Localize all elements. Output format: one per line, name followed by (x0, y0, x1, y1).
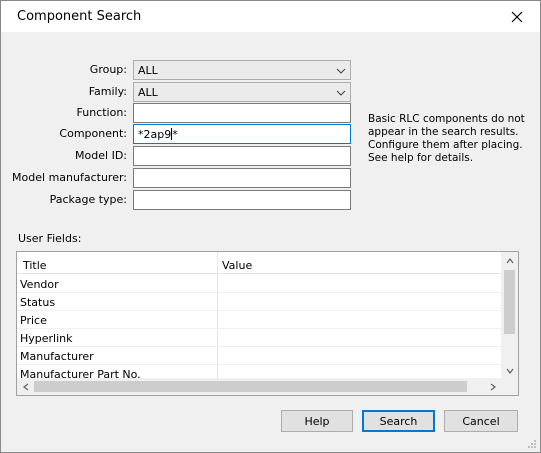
function-input[interactable] (133, 103, 351, 123)
group-select[interactable]: ALL (133, 60, 351, 80)
help-button[interactable]: Help (281, 410, 353, 432)
user-fields-label: User Fields: (18, 232, 82, 245)
chevron-up-icon (506, 257, 513, 263)
table-row[interactable]: Price (17, 311, 501, 329)
chevron-right-icon (490, 383, 496, 390)
row-title: Manufacturer (20, 350, 94, 363)
component-label: Component: (59, 127, 127, 140)
scroll-up-button[interactable] (501, 252, 518, 269)
table-row[interactable]: Status (17, 293, 501, 311)
model-manufacturer-input[interactable] (133, 168, 351, 188)
group-label: Group: (89, 63, 127, 76)
chevron-left-icon (22, 383, 28, 390)
package-type-input[interactable] (133, 190, 351, 210)
row-title: Vendor (20, 278, 59, 291)
family-label: Family: (88, 85, 127, 98)
chevron-down-icon (336, 68, 346, 74)
scroll-right-button[interactable] (484, 378, 501, 395)
table-row[interactable]: Manufacturer (17, 347, 501, 365)
resize-grip-icon[interactable] (527, 439, 537, 449)
table-header: Title Value (17, 252, 501, 274)
component-search-dialog: Component Search Group: ALL Family: ALL … (0, 0, 541, 453)
horizontal-scrollbar[interactable] (17, 378, 501, 395)
vertical-scroll-thumb[interactable] (504, 270, 515, 334)
table-row[interactable]: Vendor (17, 275, 501, 293)
scroll-corner (501, 378, 518, 395)
component-value: *2ap9* (138, 128, 178, 141)
search-hint-text: Basic RLC components do not appear in th… (368, 113, 525, 164)
model-manufacturer-label: Model manufacturer: (12, 171, 127, 184)
close-button[interactable] (494, 1, 540, 32)
dialog-title: Component Search (17, 9, 142, 24)
search-button[interactable]: Search (362, 410, 435, 432)
package-type-label: Package type: (49, 193, 127, 206)
cancel-button[interactable]: Cancel (444, 410, 518, 432)
table-row[interactable]: Hyperlink (17, 329, 501, 347)
chevron-down-icon (336, 90, 346, 96)
scroll-down-button[interactable] (501, 362, 518, 379)
family-select[interactable]: ALL (133, 82, 351, 102)
row-title: Price (20, 314, 47, 327)
scroll-left-button[interactable] (17, 378, 34, 395)
close-icon (511, 11, 523, 22)
chevron-down-icon (506, 368, 513, 374)
row-title: Status (20, 296, 56, 309)
family-value: ALL (138, 86, 158, 99)
column-header-value[interactable]: Value (222, 259, 252, 272)
column-header-title[interactable]: Title (23, 259, 47, 272)
title-bar: Component Search (1, 1, 540, 32)
model-id-label: Model ID: (75, 149, 127, 162)
group-value: ALL (138, 64, 158, 77)
component-input[interactable]: *2ap9* (133, 124, 351, 144)
function-label: Function: (76, 106, 128, 119)
horizontal-scroll-thumb[interactable] (34, 381, 467, 392)
user-fields-table[interactable]: Title Value Vendor Status Price Hyperlin… (16, 251, 519, 396)
vertical-scrollbar[interactable] (501, 252, 518, 379)
model-id-input[interactable] (133, 146, 351, 166)
row-title: Hyperlink (20, 332, 73, 345)
